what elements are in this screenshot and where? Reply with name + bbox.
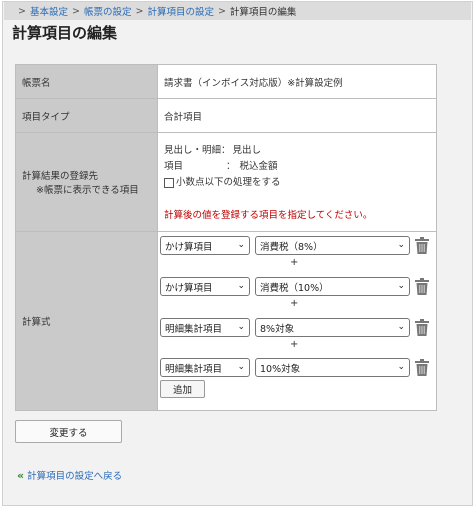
trash-icon[interactable] bbox=[414, 359, 430, 376]
decimal-checkbox[interactable] bbox=[164, 177, 174, 188]
chevron-down-icon: ⌄ bbox=[237, 240, 245, 250]
breadcrumb: > 基本設定 > 帳票の設定 > 計算項目の設定 > 計算項目の編集 bbox=[4, 2, 471, 20]
form-name-value: 請求書（インボイス対応版）※計算設定例 bbox=[157, 64, 437, 99]
chevron-down-icon: ⌄ bbox=[237, 281, 245, 291]
plus-operator: + bbox=[290, 257, 299, 268]
item-type-label: 項目タイプ bbox=[15, 98, 158, 133]
formula-target-value: 8%対象 bbox=[260, 323, 295, 335]
trash-icon[interactable] bbox=[414, 319, 430, 336]
breadcrumb-link-basic-settings[interactable]: 基本設定 bbox=[30, 4, 68, 18]
formula-type-select-3[interactable]: 明細集計項目 ⌄ bbox=[160, 318, 250, 337]
form-name-label: 帳票名 bbox=[15, 64, 158, 99]
formula-target-value: 消費税（8%） bbox=[260, 241, 323, 253]
plus-operator: + bbox=[290, 298, 299, 309]
formula-type-value: かけ算項目 bbox=[165, 241, 213, 253]
formula-type-value: かけ算項目 bbox=[165, 282, 213, 294]
decimal-checkbox-label[interactable]: 小数点以下の処理をする bbox=[176, 175, 281, 191]
trash-icon[interactable] bbox=[414, 237, 430, 254]
item-type-row: 項目タイプ 合計項目 bbox=[15, 98, 437, 133]
submit-change-button[interactable]: 変更する bbox=[15, 420, 122, 443]
destination-sublabel: ※帳票に表示できる項目 bbox=[36, 185, 139, 196]
dest-heading-key: 見出し・明細： bbox=[164, 144, 231, 156]
breadcrumb-separator: > bbox=[135, 5, 144, 17]
breadcrumb-separator: > bbox=[18, 5, 26, 17]
item-type-value: 合計項目 bbox=[157, 98, 437, 133]
double-chevron-left-icon: « bbox=[17, 468, 25, 482]
formula-label: 計算式 bbox=[15, 231, 158, 411]
page-title: 計算項目の編集 bbox=[12, 24, 118, 42]
add-formula-button[interactable]: 追加 bbox=[160, 380, 205, 398]
chevron-down-icon: ⌄ bbox=[397, 281, 405, 291]
formula-target-select-2[interactable]: 消費税（10%） ⌄ bbox=[255, 277, 410, 296]
destination-label: 計算結果の登録先 bbox=[22, 171, 99, 182]
formula-type-select-4[interactable]: 明細集計項目 ⌄ bbox=[160, 358, 250, 377]
destination-row: 計算結果の登録先 ※帳票に表示できる項目 見出し・明細： 見出し 項目 ： 税込… bbox=[15, 132, 437, 232]
formula-cell: かけ算項目 ⌄ 消費税（8%） ⌄ + かけ算項目 ⌄ 消費税（10%） ⌄ +… bbox=[157, 231, 437, 411]
chevron-down-icon: ⌄ bbox=[397, 240, 405, 250]
back-link[interactable]: « 計算項目の設定へ戻る bbox=[17, 468, 122, 483]
formula-type-value: 明細集計項目 bbox=[165, 323, 223, 335]
breadcrumb-separator: > bbox=[71, 5, 80, 17]
formula-target-select-1[interactable]: 消費税（8%） ⌄ bbox=[255, 236, 410, 255]
breadcrumb-link-calc-item-settings[interactable]: 計算項目の設定 bbox=[147, 4, 214, 18]
form-name-row: 帳票名 請求書（インボイス対応版）※計算設定例 bbox=[15, 64, 437, 99]
dest-item-key: 項目 bbox=[164, 160, 184, 172]
formula-target-value: 10%対象 bbox=[260, 363, 301, 375]
formula-target-select-3[interactable]: 8%対象 ⌄ bbox=[255, 318, 410, 337]
destination-notice: 計算後の値を登録する項目を指定してください。 bbox=[164, 209, 373, 221]
breadcrumb-current: 計算項目の編集 bbox=[229, 7, 297, 18]
trash-icon[interactable] bbox=[414, 278, 430, 295]
dest-item-value: 税込金額 bbox=[239, 160, 278, 172]
breadcrumb-separator: > bbox=[217, 5, 226, 17]
formula-type-select-2[interactable]: かけ算項目 ⌄ bbox=[160, 277, 250, 296]
chevron-down-icon: ⌄ bbox=[397, 362, 405, 372]
dest-heading-line: 見出し・明細： 見出し bbox=[164, 143, 436, 159]
decimal-checkbox-row[interactable]: 小数点以下の処理をする bbox=[164, 175, 436, 191]
edit-form-table: 帳票名 請求書（インボイス対応版）※計算設定例 項目タイプ 合計項目 計算結果の… bbox=[15, 64, 437, 411]
formula-target-value: 消費税（10%） bbox=[260, 282, 329, 294]
formula-type-select-1[interactable]: かけ算項目 ⌄ bbox=[160, 236, 250, 255]
breadcrumb-link-form-settings[interactable]: 帳票の設定 bbox=[84, 4, 132, 18]
plus-operator: + bbox=[290, 339, 299, 350]
dest-heading-value: 見出し bbox=[232, 144, 262, 156]
back-link-label[interactable]: 計算項目の設定へ戻る bbox=[27, 468, 122, 482]
dest-item-line: 項目 ： 税込金額 bbox=[164, 159, 436, 175]
chevron-down-icon: ⌄ bbox=[397, 322, 405, 332]
destination-label-cell: 計算結果の登録先 ※帳票に表示できる項目 bbox=[15, 132, 158, 232]
formula-type-value: 明細集計項目 bbox=[165, 363, 223, 375]
dest-item-colon: ： bbox=[226, 160, 236, 172]
formula-editor: かけ算項目 ⌄ 消費税（8%） ⌄ + かけ算項目 ⌄ 消費税（10%） ⌄ +… bbox=[158, 232, 436, 410]
formula-row: 計算式 かけ算項目 ⌄ 消費税（8%） ⌄ + かけ算項目 ⌄ 消費税（10%）… bbox=[15, 231, 437, 411]
chevron-down-icon: ⌄ bbox=[237, 322, 245, 332]
formula-target-select-4[interactable]: 10%対象 ⌄ bbox=[255, 358, 410, 377]
destination-value-cell: 見出し・明細： 見出し 項目 ： 税込金額 小数点以下の処理をする 計算後の値を… bbox=[157, 132, 437, 232]
chevron-down-icon: ⌄ bbox=[237, 362, 245, 372]
